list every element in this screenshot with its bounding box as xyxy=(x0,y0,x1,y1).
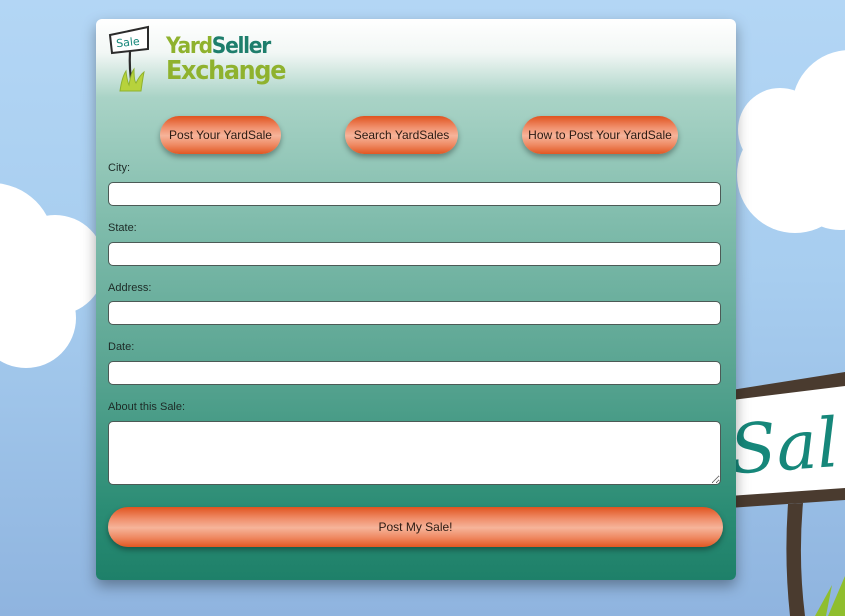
address-label: Address: xyxy=(108,282,152,294)
about-sale-label: About this Sale: xyxy=(108,401,186,413)
address-input[interactable] xyxy=(108,301,721,325)
site-title-line2: Exchange xyxy=(166,56,286,86)
background-sign-text: Sal xyxy=(727,404,841,490)
city-input[interactable] xyxy=(108,182,721,206)
state-label: State: xyxy=(108,222,137,234)
logo-sign-text: Sale xyxy=(116,35,141,50)
site-title: YardSeller Exchange xyxy=(166,35,286,86)
city-label: City: xyxy=(108,162,130,174)
date-input[interactable] xyxy=(108,361,721,385)
cloud-right xyxy=(737,50,845,233)
post-my-sale-button[interactable]: Post My Sale! xyxy=(108,507,723,547)
date-label: Date: xyxy=(108,341,135,353)
state-input[interactable] xyxy=(108,242,721,266)
how-to-post-button[interactable]: How to Post Your YardSale xyxy=(522,116,678,154)
post-yardsale-button[interactable]: Post Your YardSale xyxy=(160,116,281,154)
cloud-left xyxy=(0,183,105,368)
main-panel: Sale YardSeller Exchange Post Your YardS… xyxy=(96,19,736,580)
search-yardsales-button[interactable]: Search YardSales xyxy=(345,116,458,154)
sale-sign-logo-icon: Sale xyxy=(108,25,149,92)
about-sale-textarea[interactable] xyxy=(108,421,721,485)
